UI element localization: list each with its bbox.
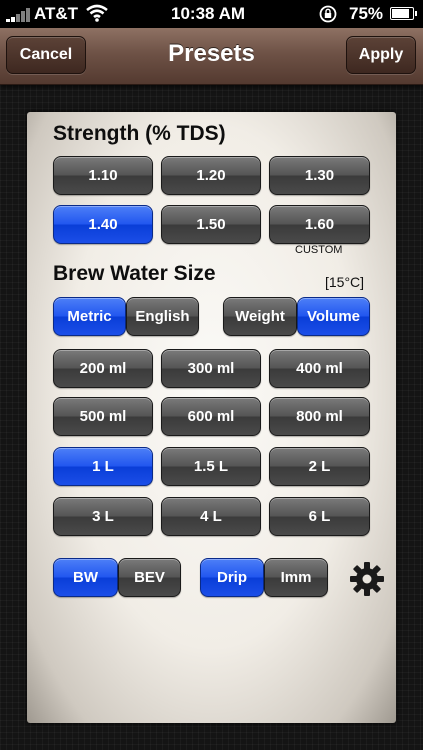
english-toggle[interactable]: English bbox=[126, 297, 199, 336]
size-option-600ml[interactable]: 600 ml bbox=[161, 397, 261, 436]
size-option-1-5l[interactable]: 1.5 L bbox=[161, 447, 261, 486]
drip-toggle[interactable]: Drip bbox=[200, 558, 264, 597]
wifi-icon bbox=[86, 4, 108, 22]
gear-icon[interactable] bbox=[349, 561, 385, 597]
bw-toggle[interactable]: BW bbox=[53, 558, 118, 597]
weight-toggle[interactable]: Weight bbox=[223, 297, 297, 336]
apply-button[interactable]: Apply bbox=[346, 36, 416, 74]
strength-heading: Strength (% TDS) bbox=[53, 122, 226, 145]
size-option-3l[interactable]: 3 L bbox=[53, 497, 153, 536]
presets-panel: Strength (% TDS) 1.10 1.20 1.30 1.40 1.5… bbox=[27, 112, 396, 723]
strength-option-1-10[interactable]: 1.10 bbox=[53, 156, 153, 195]
strength-option-custom[interactable]: 1.60 bbox=[269, 205, 370, 244]
strength-option-1-40[interactable]: 1.40 bbox=[53, 205, 153, 244]
size-option-500ml[interactable]: 500 ml bbox=[53, 397, 153, 436]
size-option-200ml[interactable]: 200 ml bbox=[53, 349, 153, 388]
navigation-bar: Cancel Presets Apply bbox=[0, 28, 423, 85]
volume-toggle[interactable]: Volume bbox=[297, 297, 370, 336]
size-option-1l[interactable]: 1 L bbox=[53, 447, 153, 486]
imm-toggle[interactable]: Imm bbox=[264, 558, 328, 597]
temperature-readout: [15°C] bbox=[325, 274, 365, 290]
size-option-2l[interactable]: 2 L bbox=[269, 447, 370, 486]
strength-option-1-30[interactable]: 1.30 bbox=[269, 156, 370, 195]
size-option-300ml[interactable]: 300 ml bbox=[161, 349, 261, 388]
battery-percent: 75% bbox=[349, 4, 384, 23]
strength-option-1-50[interactable]: 1.50 bbox=[161, 205, 261, 244]
bev-toggle[interactable]: BEV bbox=[118, 558, 181, 597]
size-option-800ml[interactable]: 800 ml bbox=[269, 397, 370, 436]
custom-label: CUSTOM bbox=[295, 244, 343, 256]
metric-toggle[interactable]: Metric bbox=[53, 297, 126, 336]
strength-option-1-20[interactable]: 1.20 bbox=[161, 156, 261, 195]
battery-icon bbox=[390, 7, 417, 20]
signal-bars-icon bbox=[6, 8, 34, 22]
clock: 10:38 AM bbox=[171, 4, 246, 23]
size-option-400ml[interactable]: 400 ml bbox=[269, 349, 370, 388]
size-option-6l[interactable]: 6 L bbox=[269, 497, 370, 536]
status-bar: AT&T 10:38 AM 75% bbox=[0, 0, 423, 28]
size-option-4l[interactable]: 4 L bbox=[161, 497, 261, 536]
rotation-lock-icon bbox=[319, 5, 337, 23]
brew-water-heading: Brew Water Size bbox=[53, 262, 216, 285]
carrier-name: AT&T bbox=[34, 4, 79, 23]
